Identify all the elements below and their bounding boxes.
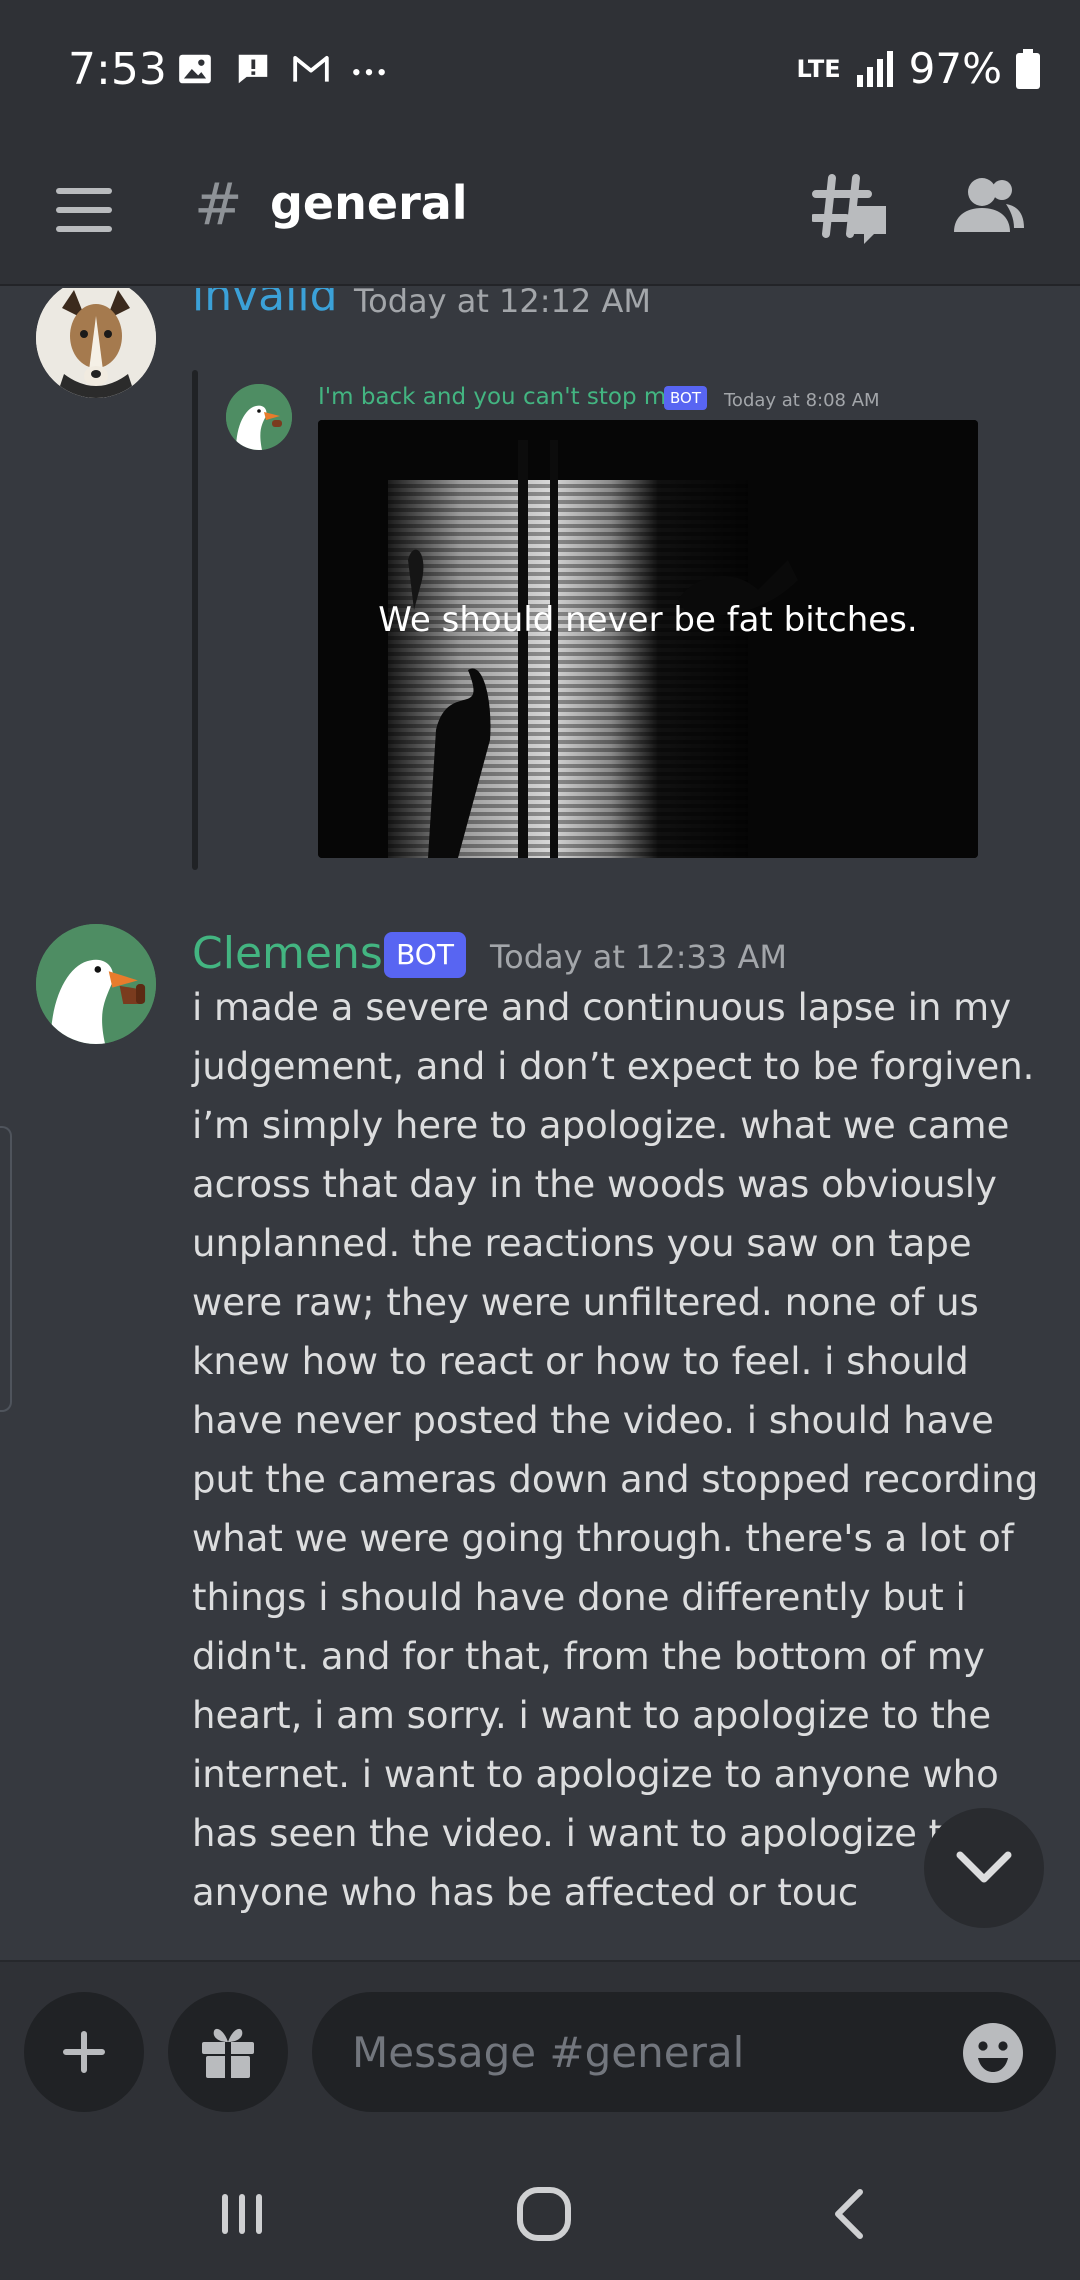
alert-icon	[238, 54, 268, 84]
avatar[interactable]	[36, 924, 156, 1044]
back-icon[interactable]	[820, 2186, 880, 2242]
plus-icon	[63, 2031, 105, 2073]
menu-icon[interactable]	[56, 180, 112, 240]
channel-hash-icon: #	[194, 170, 243, 238]
recents-icon[interactable]	[212, 2186, 272, 2242]
more-icon	[353, 69, 385, 76]
threads-icon[interactable]	[812, 174, 888, 246]
embed-avatar[interactable]	[226, 384, 292, 450]
status-bar: 7:53 LTE 97%	[0, 0, 1080, 140]
status-time: 7:53	[68, 44, 167, 95]
embed-bot-badge: BOT	[664, 386, 707, 410]
attach-button[interactable]	[24, 1992, 144, 2112]
embed-author[interactable]: I'm back and you can't stop me	[318, 384, 680, 410]
message-composer	[0, 1960, 1080, 2140]
home-icon[interactable]	[514, 2186, 574, 2242]
timestamp: Today at 12:12 AM	[354, 288, 651, 320]
emoji-icon[interactable]	[962, 2022, 1024, 2084]
members-icon[interactable]	[954, 176, 1024, 236]
message-text: i made a severe and continuous lapse in …	[192, 986, 1039, 1914]
avatar[interactable]	[36, 288, 156, 398]
gift-icon	[202, 2028, 254, 2078]
battery-icon	[1016, 48, 1040, 89]
goose-avatar-icon	[226, 384, 292, 450]
embed-timestamp: Today at 8:08 AM	[724, 390, 880, 411]
image-caption: We should never be fat bitches.	[378, 600, 918, 640]
system-nav-bar	[0, 2140, 1080, 2280]
embed-image[interactable]: We should never be fat bitches.	[318, 420, 978, 858]
gallery-icon	[179, 54, 211, 84]
username[interactable]: Clemens	[192, 928, 383, 979]
gift-button[interactable]	[168, 1992, 288, 2112]
jump-to-bottom-button[interactable]	[924, 1808, 1044, 1928]
network-type: LTE	[796, 54, 841, 83]
notification-icons	[176, 50, 388, 88]
channel-header: # general	[0, 140, 1080, 286]
battery-percent: 97%	[908, 44, 1002, 93]
timestamp: Today at 12:33 AM	[490, 938, 787, 976]
message-list[interactable]: invalid Today at 12:12 AM I'm back and y…	[0, 288, 1080, 1960]
bot-badge: BOT	[384, 932, 466, 978]
dog-avatar-icon	[36, 288, 156, 398]
username[interactable]: invalid	[192, 288, 338, 321]
status-right: LTE 97%	[797, 44, 1040, 93]
drawer-handle[interactable]	[0, 1126, 12, 1412]
quote-bar	[192, 370, 198, 870]
chevron-down-icon	[956, 1851, 1012, 1883]
signal-icon	[856, 50, 893, 87]
gmail-icon	[293, 56, 329, 82]
message-input[interactable]	[312, 1992, 1056, 2112]
goose-avatar-icon	[36, 924, 156, 1044]
channel-name[interactable]: general	[270, 176, 468, 230]
